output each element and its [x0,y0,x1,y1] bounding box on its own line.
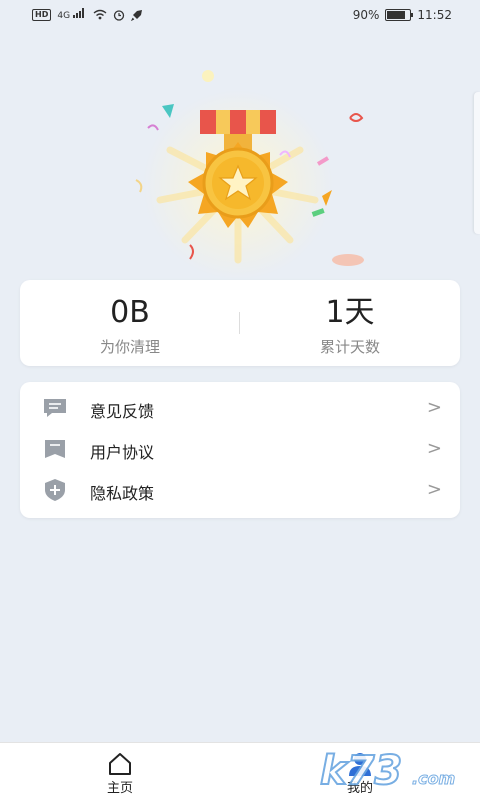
medal-illustration [135,70,364,280]
svg-text:.com: .com [412,769,455,788]
watermark-logo: k73 .com [319,747,456,795]
cleaned-value: 0B [110,295,150,330]
network-type: 4G [57,11,71,21]
cleaned-stat: 0B 为你清理 [20,294,240,357]
wifi-icon [93,9,107,20]
svg-text:k73: k73 [320,748,402,794]
tab-home[interactable]: 主页 [0,743,240,801]
rocket-icon [130,9,142,21]
home-icon [109,753,131,775]
days-stat: 1天 累计天数 [240,294,460,357]
status-left: HD 4G [32,8,143,21]
hd-icon: HD [32,8,52,21]
cleaned-label: 为你清理 [99,338,160,356]
menu-item-label: 隐私政策 [90,484,155,503]
chevron-right-icon: > [426,479,442,500]
menu-item-feedback[interactable]: 意见反馈 > [20,388,460,428]
battery-fill [387,11,406,19]
battery-icon [385,9,414,21]
chevron-right-icon: > [426,397,442,418]
clock: 11:52 [417,8,452,22]
days-value: 1天 [325,295,375,330]
menu-card: 意见反馈 > 用户协议 > 隐私政策 > [20,382,460,518]
menu-item-label: 意见反馈 [90,402,155,421]
stats-card: 0B 为你清理 1天 累计天数 [20,280,460,366]
side-drawer-handle[interactable] [474,92,480,234]
menu-item-label: 用户协议 [90,443,155,462]
feedback-icon [44,399,66,417]
status-right: 90% 11:52 [353,8,452,22]
battery-percent: 90% [352,8,380,22]
tab-label: 主页 [106,781,133,796]
menu-item-privacy-policy[interactable]: 隐私政策 > [20,470,460,510]
chevron-right-icon: > [426,438,442,459]
menu-item-user-agreement[interactable]: 用户协议 > [20,429,460,469]
signal-icon: 4G [57,8,87,21]
privacy-shield-icon [45,479,65,501]
status-bar: HD 4G 90% 11:52 [0,0,480,32]
alarm-icon [113,9,125,21]
days-label: 累计天数 [319,338,380,356]
agreement-icon [45,440,65,458]
